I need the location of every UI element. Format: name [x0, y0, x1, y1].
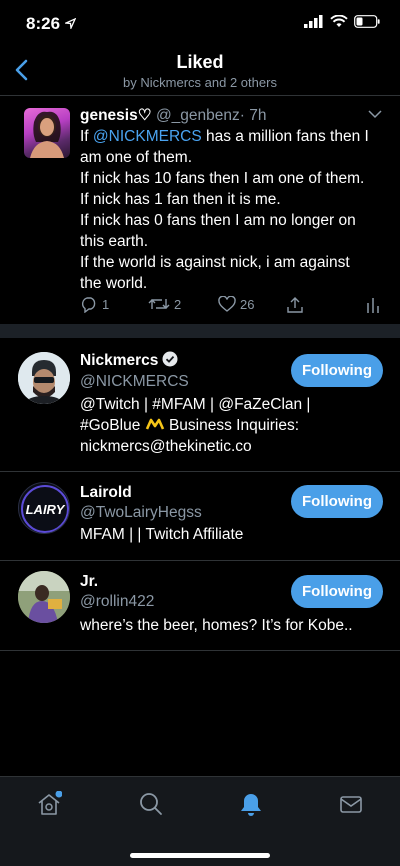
user-bio-line: @Twitch | #MFAM | @FaZeClan | — [80, 396, 311, 413]
tweet-text-line: If nick has 10 fans then I am one of the… — [80, 170, 365, 187]
following-button[interactable]: Following — [291, 354, 383, 387]
reply-button[interactable]: 1 — [80, 296, 109, 313]
retweet-count: 2 — [174, 296, 182, 312]
tab-notifications[interactable] — [238, 791, 264, 817]
tweet[interactable]: genesis♡ @_genbenz· 7h If @NICKMERCS has… — [0, 96, 400, 324]
user-bio: where’s the beer, homes? It’s for Kobe.. — [80, 615, 380, 636]
tab-bar — [0, 776, 400, 866]
tweet-text: If @NICKMERCS has a million fans then I … — [80, 126, 390, 294]
tweet-actions: 1 2 26 — [80, 296, 385, 320]
user-avatar[interactable] — [18, 352, 70, 404]
user-name-text: Nickmercs — [80, 352, 159, 369]
like-count: 26 — [240, 296, 255, 312]
home-icon — [38, 790, 63, 815]
page-subtitle: by Nickmercs and 2 others — [123, 75, 277, 90]
section-separator — [0, 324, 400, 338]
following-button[interactable]: Following — [291, 485, 383, 518]
share-icon — [287, 297, 303, 313]
tweet-text-line: If nick has 1 fan then it is me. — [80, 191, 281, 208]
user-avatar[interactable] — [18, 571, 70, 623]
nav-header: Liked by Nickmercs and 2 others — [0, 48, 400, 94]
page-title: Liked — [176, 52, 224, 72]
hashtag-link[interactable]: #GoBlue — [80, 417, 140, 434]
status-bar: 8:26 — [0, 0, 400, 48]
home-indicator — [130, 853, 270, 858]
retweet-icon — [148, 299, 170, 309]
tab-search[interactable] — [138, 791, 164, 817]
tweet-text-line: am one of them. — [80, 149, 193, 166]
user-handle[interactable]: @rollin422 — [80, 593, 154, 611]
user-bio-line: MFAM | | Twitch Affiliate — [80, 526, 244, 543]
tweet-header: genesis♡ @_genbenz· 7h — [80, 106, 266, 125]
following-button[interactable]: Following — [291, 575, 383, 608]
analytics-button[interactable] — [366, 296, 380, 313]
tweet-text-line: If the world is against nick, i am again… — [80, 254, 350, 271]
signal-icon — [304, 15, 323, 28]
user-name[interactable]: Jr. — [80, 573, 98, 591]
user-row[interactable]: Jr. @rollin422 Following where’s the bee… — [0, 561, 400, 649]
chevron-down-icon[interactable] — [368, 110, 382, 119]
wifi-icon — [330, 15, 348, 27]
share-button[interactable] — [286, 296, 304, 314]
tweet-text-line1: has a million fans then I — [201, 128, 369, 145]
reply-count: 1 — [102, 297, 110, 312]
tweet-text-prefix: If — [80, 128, 93, 145]
user-bio: @Twitch | #MFAM | @FaZeClan | #GoBlue Bu… — [80, 394, 380, 457]
retweet-button[interactable]: 2 — [148, 296, 181, 312]
analytics-icon — [367, 298, 379, 313]
user-row[interactable]: Nickmercs @NICKMERCS Following @Twitch |… — [0, 338, 400, 472]
verified-badge-icon — [162, 351, 178, 367]
notifications-icon — [241, 794, 261, 816]
mention-link[interactable]: @NICKMERCS — [93, 128, 202, 145]
user-bio-text: Business Inquiries: — [168, 417, 300, 434]
location-arrow-icon — [63, 17, 77, 31]
heart-icon — [218, 296, 236, 312]
user-handle[interactable]: @TwoLairyHegss — [80, 504, 202, 522]
tweet-author-handle[interactable]: @_genbenz — [156, 107, 240, 124]
block-m-icon — [145, 418, 164, 430]
messages-icon — [340, 796, 362, 813]
status-time: 8:26 — [26, 14, 77, 34]
tweet-author-name[interactable]: genesis♡ — [80, 107, 152, 124]
tweet-text-line: the world. — [80, 275, 148, 292]
like-button[interactable]: 26 — [218, 296, 254, 312]
avatar-logo-text: LAIRY — [26, 502, 66, 517]
user-handle[interactable]: @NICKMERCS — [80, 373, 189, 391]
reply-icon — [81, 297, 96, 313]
user-bio: MFAM | | Twitch Affiliate — [80, 524, 380, 545]
user-name[interactable]: Nickmercs — [80, 351, 178, 370]
tab-home[interactable] — [36, 790, 63, 817]
user-bio-line: nickmercs@thekinetic.co — [80, 438, 252, 455]
user-bio-line-2: #GoBlue Business Inquiries: — [80, 415, 380, 436]
tweet-avatar[interactable] — [24, 108, 70, 158]
tab-messages[interactable] — [338, 791, 364, 817]
divider — [0, 650, 400, 651]
user-name[interactable]: Lairold — [80, 484, 132, 502]
tweet-text-line: If nick has 0 fans then I am no longer o… — [80, 212, 356, 229]
user-avatar[interactable]: LAIRY — [18, 482, 70, 534]
tweet-text-line: this earth. — [80, 233, 149, 250]
battery-icon — [354, 15, 380, 28]
user-bio-line: where’s the beer, homes? It’s for Kobe.. — [80, 617, 353, 634]
search-icon — [140, 793, 162, 815]
tweet-timestamp: · 7h — [239, 107, 267, 124]
user-row[interactable]: LAIRY Lairold @TwoLairyHegss Following M… — [0, 472, 400, 560]
